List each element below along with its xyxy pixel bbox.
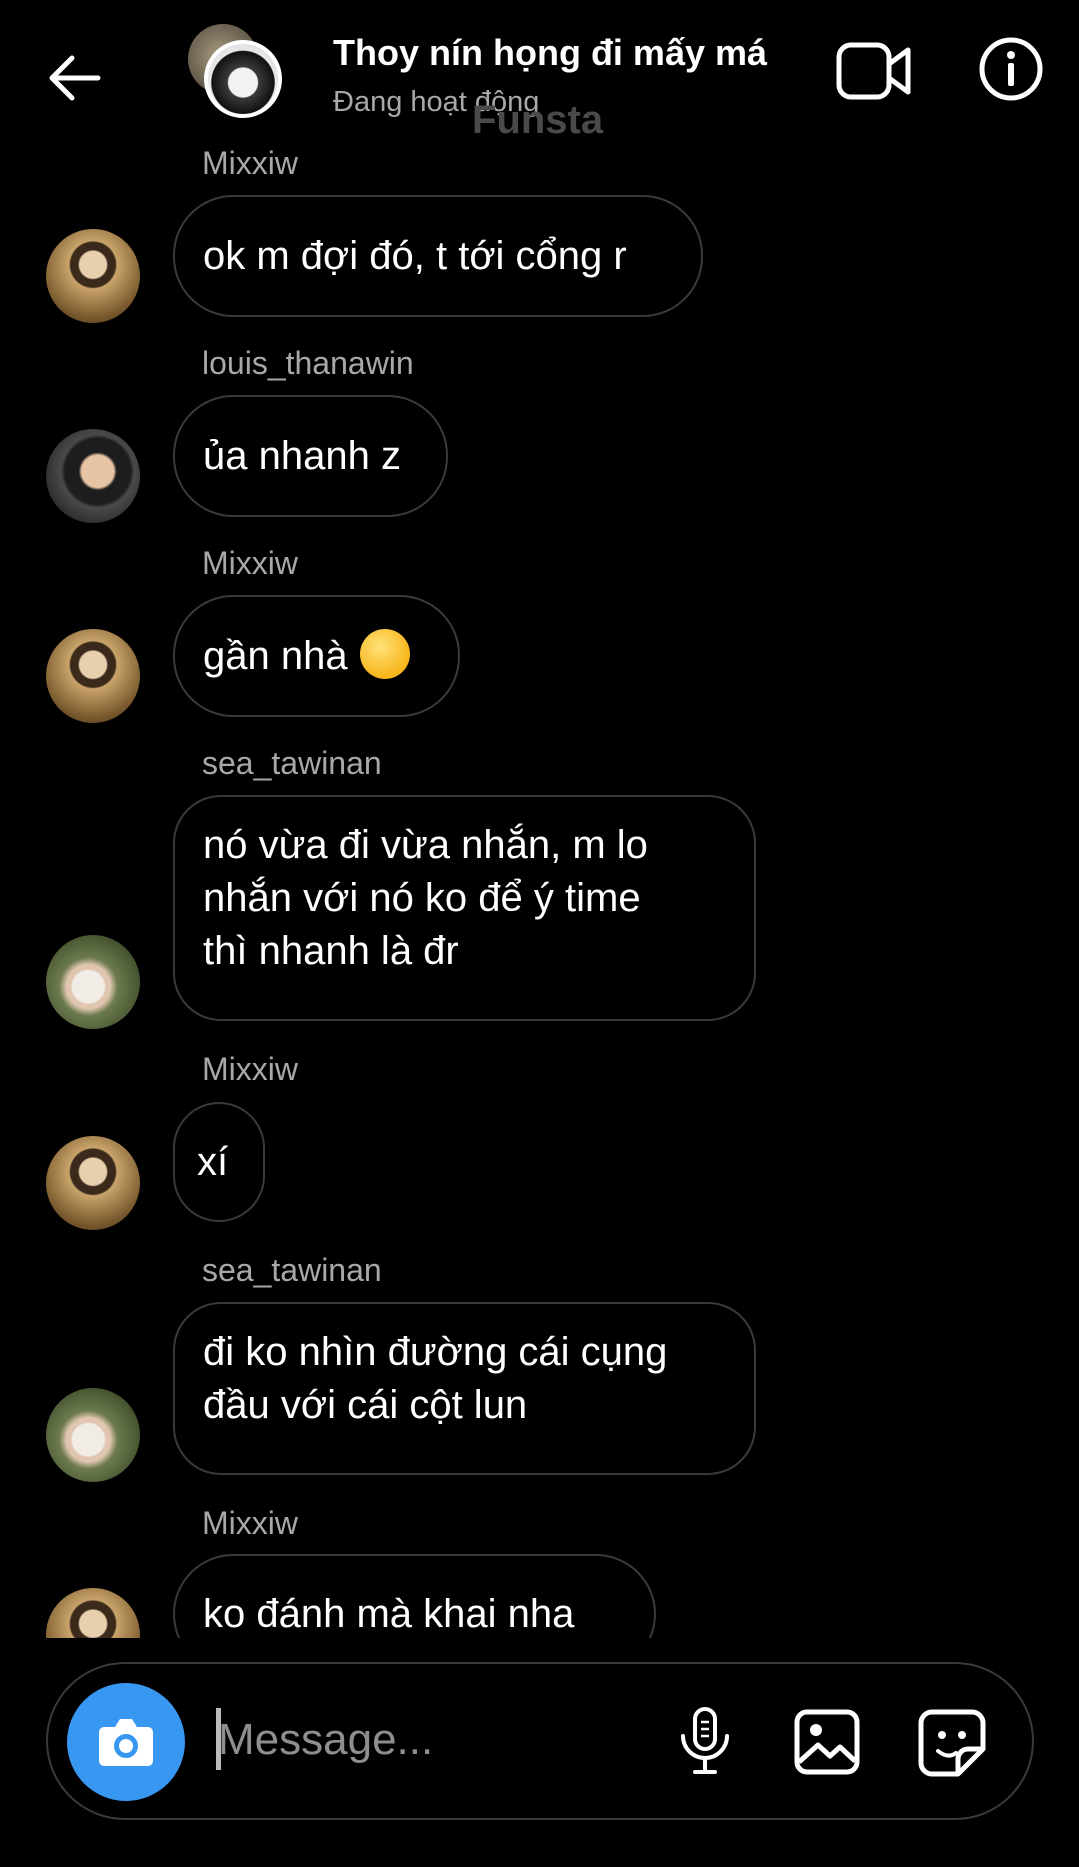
sticker-icon[interactable] — [918, 1709, 986, 1777]
message-bubble[interactable]: gần nhà — [173, 595, 460, 717]
avatar[interactable] — [46, 629, 140, 723]
message-text: xí — [197, 1139, 229, 1184]
message-text: ok m đợi đó, t tới cổng r — [203, 233, 627, 278]
message-text: ko đánh mà khai nha — [203, 1591, 575, 1636]
avatar[interactable] — [46, 1588, 140, 1638]
avatar[interactable] — [46, 1388, 140, 1482]
sender-name: sea_tawinan — [202, 1252, 382, 1288]
sender-name: louis_thanawin — [202, 345, 414, 381]
info-icon[interactable] — [978, 36, 1044, 102]
message-bubble[interactable]: ok m đợi đó, t tới cổng r — [173, 195, 703, 317]
sender-name: Mixxiw — [202, 145, 298, 181]
message-bubble[interactable]: xí — [173, 1102, 265, 1222]
sender-name: sea_tawinan — [202, 745, 382, 781]
chat-header: Thoy nín họng đi mấy má Đang hoạt động F… — [0, 0, 1079, 150]
message-text: nó vừa đi vừa nhắn, m lo nhắn với nó ko … — [203, 823, 648, 973]
message-text: gần nhà — [203, 633, 348, 678]
message-bubble[interactable]: ko đánh mà khai nha — [173, 1554, 656, 1638]
back-arrow-icon[interactable] — [44, 48, 104, 108]
group-avatar[interactable] — [188, 24, 298, 134]
message-text: đi ko nhìn đường cái cụng đầu với cái cộ… — [203, 1330, 668, 1427]
chat-title[interactable]: Thoy nín họng đi mấy má — [333, 32, 767, 74]
sender-name: Mixxiw — [202, 1051, 298, 1087]
message-bubble[interactable]: nó vừa đi vừa nhắn, m lo nhắn với nó ko … — [173, 795, 756, 1021]
message-text: ủa nhanh z — [203, 433, 401, 478]
message-bubble[interactable]: ủa nhanh z — [173, 395, 448, 517]
group-avatar-front — [204, 40, 282, 118]
watermark: Funsta — [472, 98, 604, 142]
camera-button[interactable] — [67, 1683, 185, 1801]
avatar[interactable] — [46, 1136, 140, 1230]
sender-name: Mixxiw — [202, 1505, 298, 1541]
camera-icon — [99, 1719, 153, 1766]
gallery-icon[interactable] — [794, 1709, 860, 1775]
avatar[interactable] — [46, 935, 140, 1029]
avatar[interactable] — [46, 429, 140, 523]
sender-name: Mixxiw — [202, 545, 298, 581]
video-camera-icon[interactable] — [836, 40, 912, 102]
message-input[interactable] — [218, 1710, 648, 1770]
avatar[interactable] — [46, 229, 140, 323]
message-bubble[interactable]: đi ko nhìn đường cái cụng đầu với cái cộ… — [173, 1302, 756, 1475]
winking-face-icon — [359, 629, 410, 679]
clipped-message-area: ko đánh mà khai nha — [0, 1550, 1079, 1638]
microphone-icon[interactable] — [676, 1706, 734, 1776]
